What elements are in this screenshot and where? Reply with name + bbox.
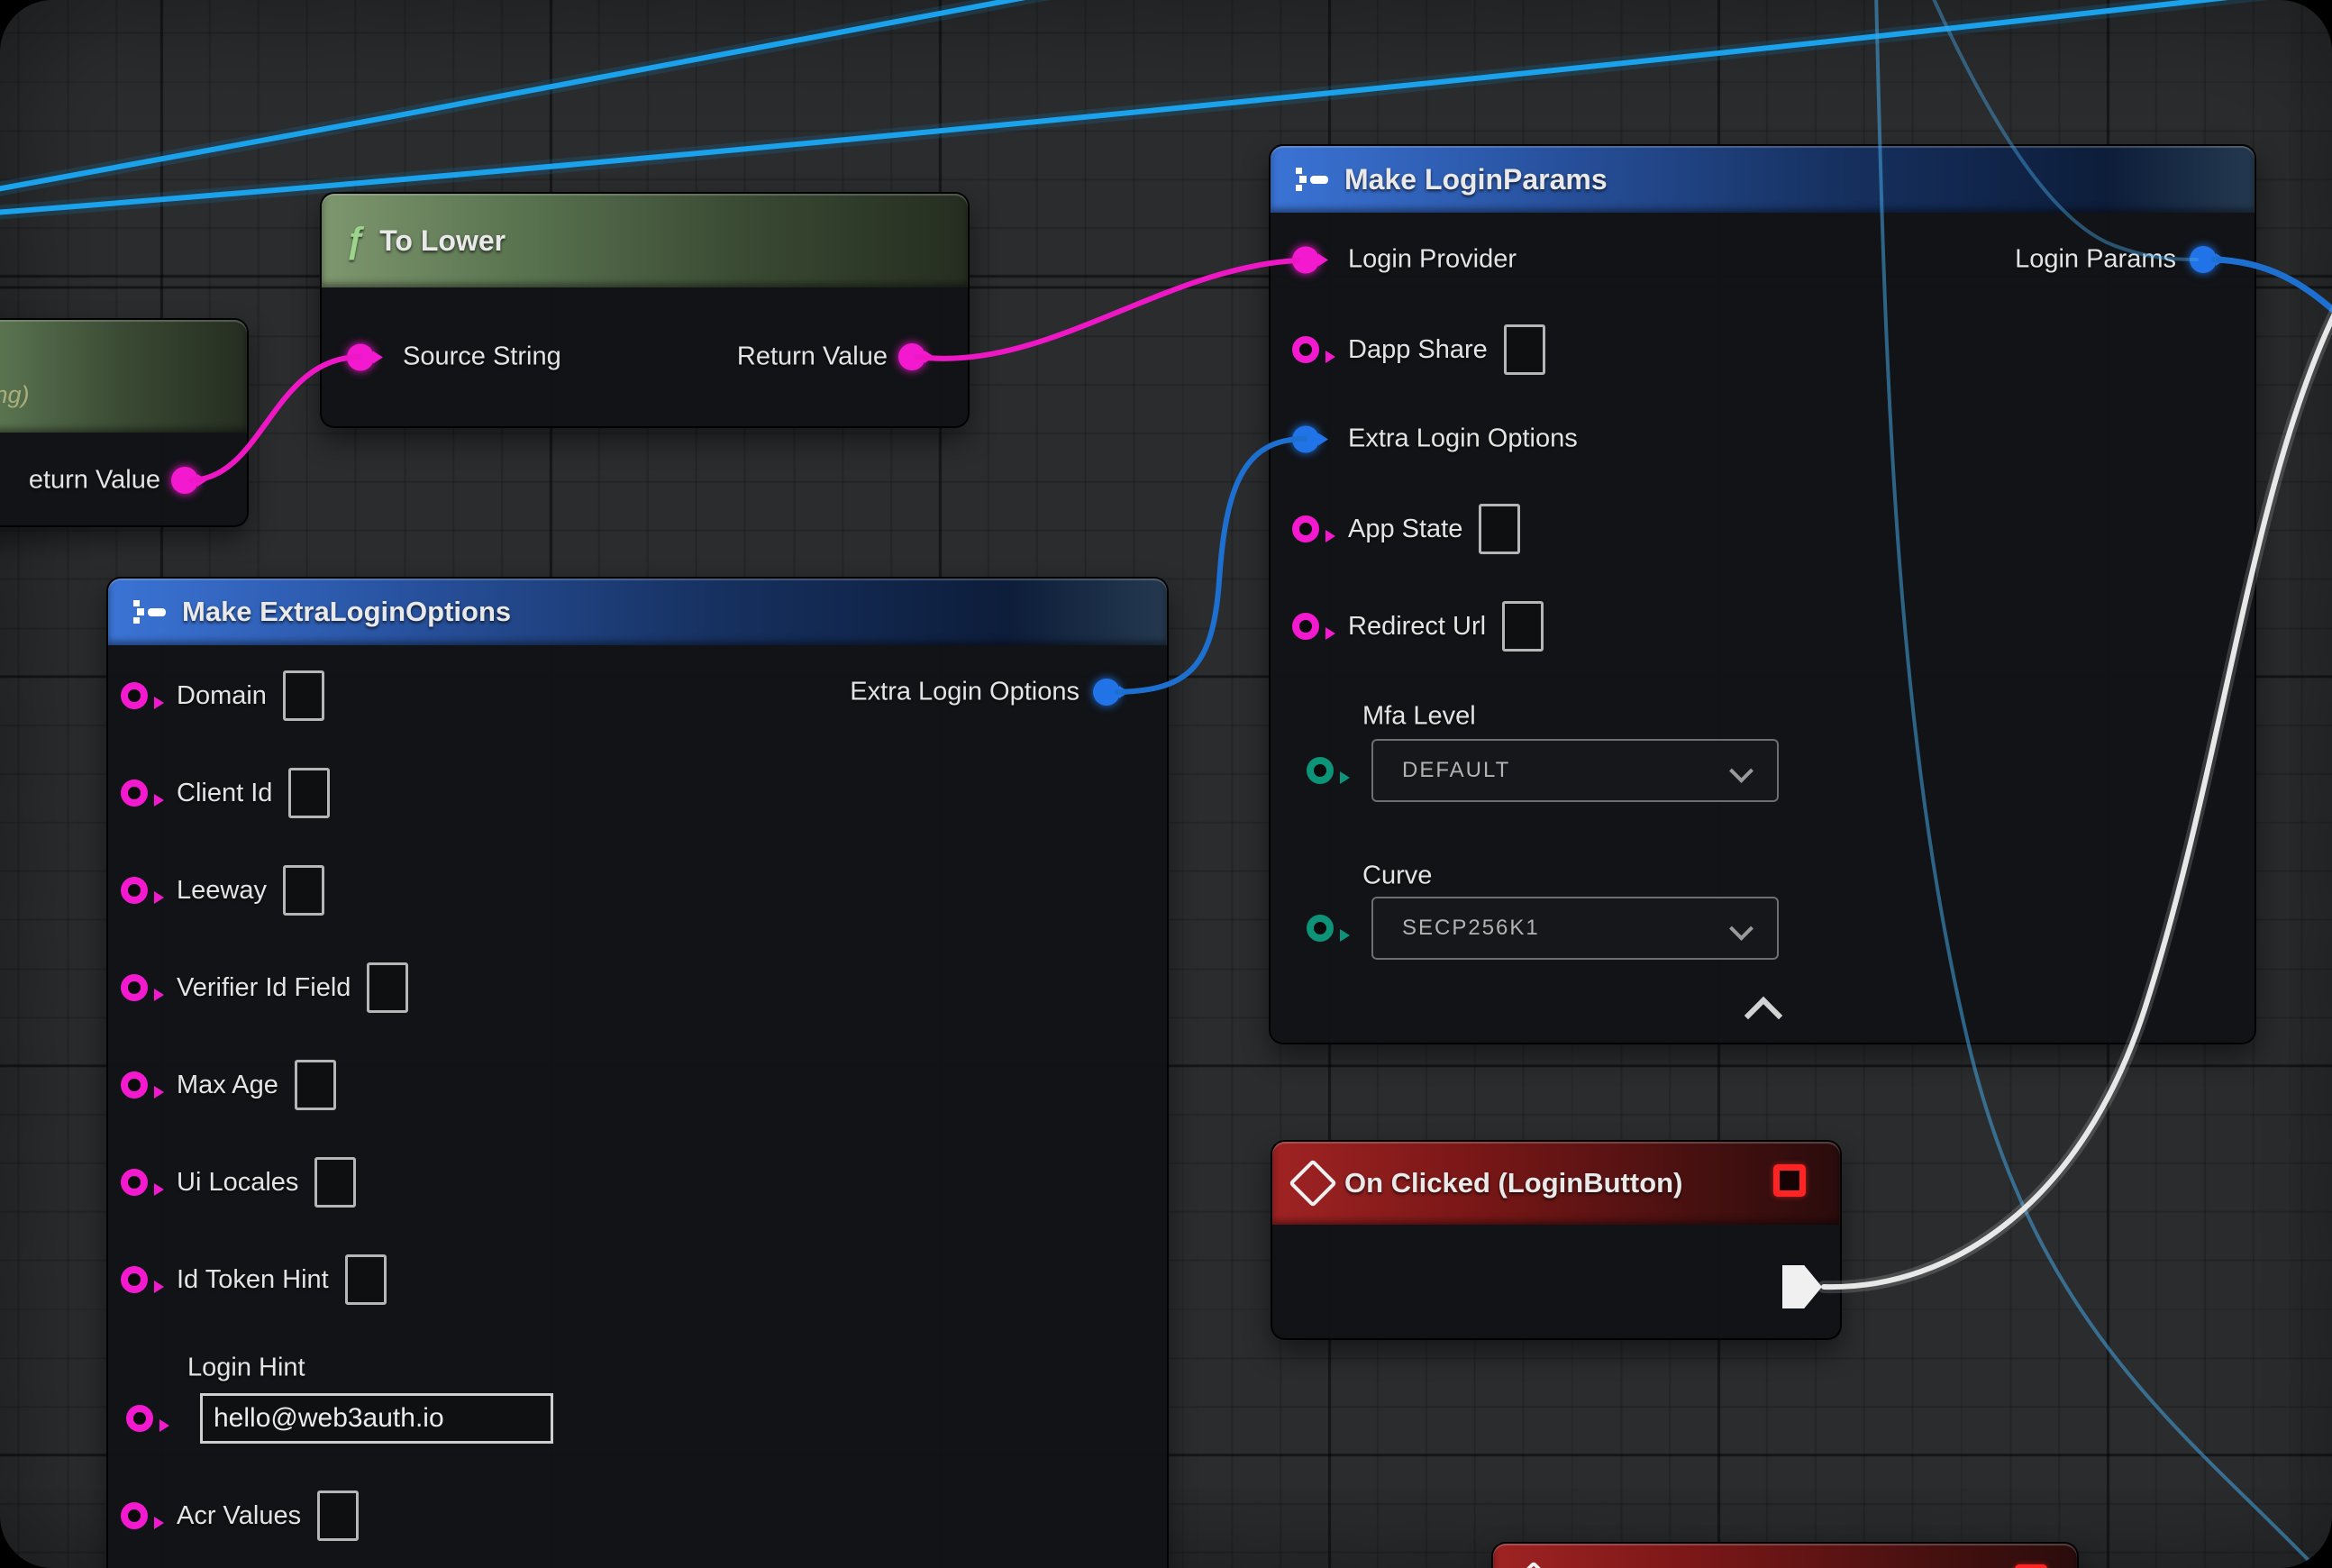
redirect-url-pin[interactable]: [1292, 613, 1332, 640]
dapp-share-pin[interactable]: [1292, 336, 1332, 363]
max-age-checkbox[interactable]: [295, 1060, 336, 1110]
chevron-down-icon: [1729, 759, 1754, 783]
wire-blue-long-1: [0, 0, 1069, 192]
pin-row-ui-locales: Ui Locales: [121, 1157, 356, 1208]
pin-row-redirect-url: Redirect Url: [1292, 601, 1544, 652]
pin-row-app-state: App State: [1292, 504, 1520, 554]
id-token-hint-pin[interactable]: [121, 1266, 160, 1293]
node-partial-target-header[interactable]: tion ox (String): [0, 320, 247, 433]
domain-checkbox[interactable]: [283, 670, 324, 721]
login-provider-pin[interactable]: [1292, 246, 1332, 273]
ui-locales-pin[interactable]: [121, 1169, 160, 1196]
app-state-checkbox[interactable]: [1479, 504, 1520, 554]
to-lower-source-string-row: Source String: [347, 342, 561, 372]
partial-return-value-label: eturn Value: [29, 466, 160, 496]
make-struct-icon: [132, 598, 168, 625]
node-partial-target[interactable]: tion ox (String): [0, 318, 249, 527]
max-age-pin[interactable]: [121, 1071, 160, 1099]
leeway-pin[interactable]: [121, 877, 160, 904]
node-on-clicked-login-button[interactable]: On Clicked (LoginButton): [1271, 1140, 1842, 1340]
to-lower-source-string-label: Source String: [403, 342, 561, 372]
chevron-down-icon: [1729, 916, 1754, 941]
extra-login-options-output-label: Extra Login Options: [850, 678, 1079, 707]
client-id-pin[interactable]: [121, 779, 160, 807]
acr-values-pin[interactable]: [121, 1502, 160, 1529]
node-to-lower-header[interactable]: ƒ To Lower: [322, 194, 968, 287]
node-on-clicked-logout-button-header[interactable]: On Clicked (LogoutButton): [1493, 1544, 2077, 1568]
pin-row-login-provider: Login Provider: [1292, 245, 1517, 275]
event-icon: [1289, 1159, 1337, 1208]
redirect-url-checkbox[interactable]: [1502, 601, 1544, 652]
to-lower-source-string-pin[interactable]: [347, 343, 387, 370]
delegate-output-pin[interactable]: [2015, 1564, 2047, 1568]
function-icon: ƒ: [345, 221, 365, 261]
pin-row-id-token-hint: Id Token Hint: [121, 1254, 387, 1305]
node-to-lower-title: To Lower: [379, 224, 506, 258]
event-icon: [1509, 1561, 1558, 1568]
domain-pin[interactable]: [121, 682, 160, 709]
login-hint-input[interactable]: hello@web3auth.io: [200, 1393, 553, 1444]
verifier-id-field-pin[interactable]: [121, 974, 160, 1001]
pin-row-max-age: Max Age: [121, 1060, 336, 1110]
pin-row-acr-values: Acr Values: [121, 1491, 359, 1541]
extra-login-options-input-pin[interactable]: [1292, 425, 1332, 452]
login-params-output-label: Login Params: [2015, 245, 2176, 275]
node-on-clicked-login-button-title: On Clicked (LoginButton): [1344, 1167, 1682, 1199]
acr-values-checkbox[interactable]: [317, 1491, 359, 1541]
pin-row-verifier-id-field: Verifier Id Field: [121, 962, 408, 1013]
node-on-clicked-logout-button[interactable]: On Clicked (LogoutButton): [1491, 1542, 2079, 1568]
node-to-lower[interactable]: ƒ To Lower: [320, 192, 970, 428]
node-partial-target-subtitle: ox (String): [0, 381, 30, 409]
curve-dropdown[interactable]: SECP256K1: [1371, 897, 1779, 960]
node-make-extra-login-options-header[interactable]: Make ExtraLoginOptions: [108, 579, 1167, 645]
verifier-id-field-checkbox[interactable]: [367, 962, 408, 1013]
pin-row-dapp-share: Dapp Share: [1292, 324, 1545, 375]
node-make-extra-login-options-title: Make ExtraLoginOptions: [182, 596, 511, 628]
wire-to-lower-to-login-provider: [917, 260, 1298, 359]
wire-blue-long-1-glow: [0, 0, 1069, 192]
to-lower-return-value-label: Return Value: [737, 342, 888, 372]
login-hint-label: Login Hint: [187, 1354, 305, 1383]
pin-row-client-id: Client Id: [121, 768, 330, 818]
leeway-checkbox[interactable]: [283, 865, 324, 916]
make-struct-icon: [1294, 166, 1330, 193]
blueprint-editor: tion ox (String) eturn Value ƒ To Lower …: [0, 0, 2332, 1568]
curve-label: Curve: [1362, 861, 1432, 891]
dapp-share-checkbox[interactable]: [1504, 324, 1545, 375]
id-token-hint-checkbox[interactable]: [345, 1254, 387, 1305]
node-make-login-params-header[interactable]: Make LoginParams: [1271, 146, 2255, 213]
node-make-login-params-title: Make LoginParams: [1344, 163, 1608, 196]
pin-row-domain: Domain: [121, 670, 324, 721]
app-state-pin[interactable]: [1292, 515, 1332, 542]
client-id-checkbox[interactable]: [288, 768, 330, 818]
mfa-level-dropdown[interactable]: DEFAULT: [1371, 739, 1779, 802]
mfa-level-label: Mfa Level: [1362, 702, 1476, 732]
graph-canvas[interactable]: tion ox (String) eturn Value ƒ To Lower …: [0, 0, 2332, 1568]
delegate-output-pin[interactable]: [1773, 1164, 1806, 1197]
pin-row-leeway: Leeway: [121, 865, 324, 916]
ui-locales-checkbox[interactable]: [314, 1157, 356, 1208]
node-on-clicked-login-button-header[interactable]: On Clicked (LoginButton): [1272, 1142, 1840, 1225]
pin-row-extra-login-options-in: Extra Login Options: [1292, 424, 1578, 454]
